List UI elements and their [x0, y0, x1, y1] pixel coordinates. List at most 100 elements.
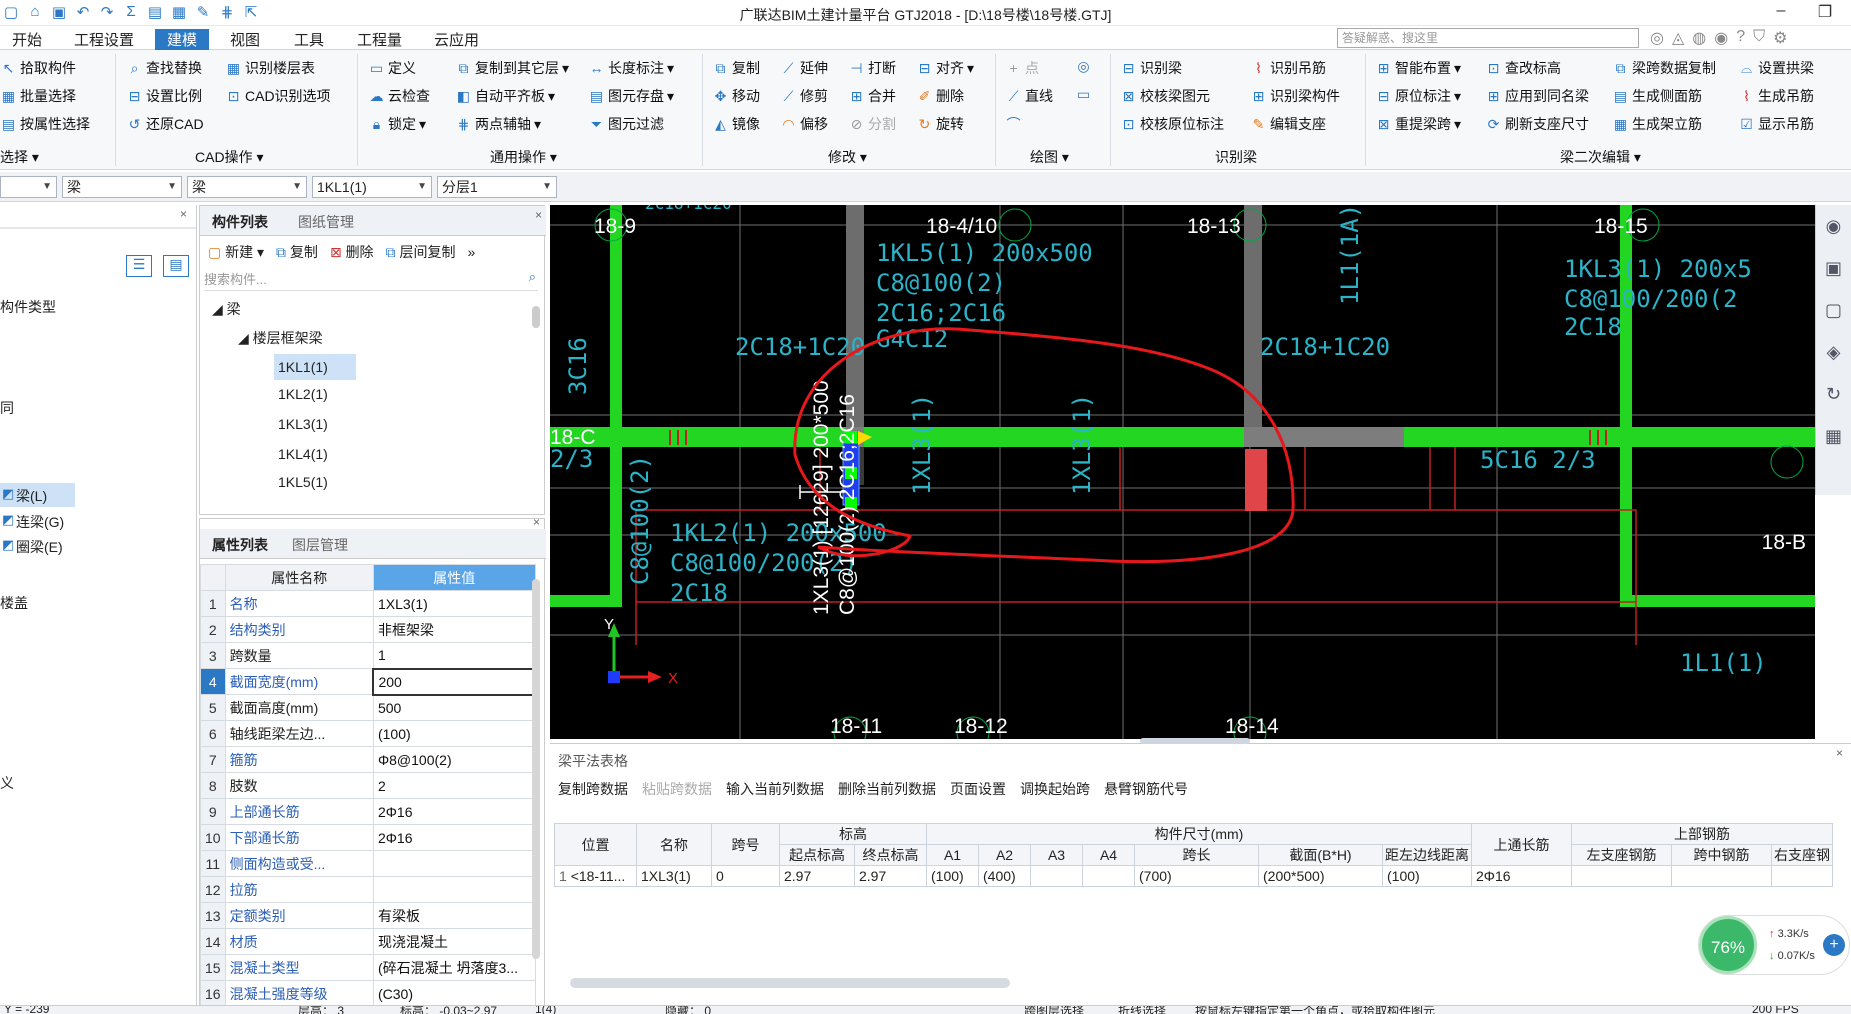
nav-item-fragment[interactable]: 同 [0, 398, 14, 418]
property-value[interactable]: 1 [372, 642, 536, 669]
shirt-icon[interactable]: ⛉ [1753, 28, 1765, 48]
cad-drawing[interactable]: 18-9 18-4/10 18-13 18-15 18-11 18-12 18-… [550, 205, 1815, 739]
nav-item-beam[interactable]: ◩ 梁(L) [0, 483, 75, 507]
property-row[interactable]: 10 下部通长筋 2Φ16 [200, 824, 536, 851]
tab-layer-manage[interactable]: 图层管理 [284, 535, 356, 555]
group-modify-label[interactable]: 修改 ▾ [828, 147, 867, 167]
pick-component-button[interactable]: ↖ 拾取构件 [0, 58, 76, 78]
3d-view-icon[interactable]: ▣ [1816, 247, 1851, 289]
recognize-beam-comp-button[interactable]: ⊞ 识别梁构件 [1250, 86, 1340, 106]
property-value[interactable]: (100) [372, 720, 536, 747]
new-component-button[interactable]: ▢ 新建 ▾ [208, 242, 264, 262]
mirror-button[interactable]: ◭ 镜像 [712, 114, 760, 134]
minimize-icon[interactable]: – [1761, 2, 1801, 22]
property-row[interactable]: 9 上部通长筋 2Φ16 [200, 798, 536, 825]
component-search-input[interactable]: 搜索构件... ⌕ [204, 269, 538, 291]
show-hanger-checkbox[interactable]: ☑ 显示吊筋 [1738, 114, 1814, 134]
property-row[interactable]: 4 截面宽度(mm) 200 [200, 667, 536, 696]
cross-layer-select-button[interactable]: 跨图层选择 [1024, 1006, 1084, 1014]
property-value[interactable]: 有梁板 [372, 902, 536, 929]
property-value[interactable]: 2Φ16 [372, 798, 536, 825]
property-row[interactable]: 3 跨数量 1 [200, 642, 536, 669]
property-value[interactable]: Φ8@100(2) [372, 746, 536, 773]
tab-modeling[interactable]: 建模 [155, 29, 210, 50]
tree-item[interactable]: 1KL3(1) [278, 416, 328, 432]
input-column-button[interactable]: 输入当前列数据 [726, 779, 824, 799]
two-point-axis-button[interactable]: ⋕ 两点辅轴 ▾ [455, 114, 541, 134]
copy-span-button[interactable]: 复制跨数据 [558, 779, 628, 799]
avatar-icon[interactable]: ◉ [1714, 28, 1728, 48]
auto-level-slab-button[interactable]: ◧ 自动平齐板 ▾ [455, 86, 555, 106]
rotate-button[interactable]: ↻ 旋转 [916, 114, 964, 134]
cell-mid-rebar[interactable] [1671, 865, 1772, 887]
set-arch-beam-button[interactable]: ⌓ 设置拱梁 [1738, 58, 1814, 78]
detail-view-icon[interactable]: ▤ [163, 255, 189, 277]
property-value[interactable]: (碎石混凝土 坍落度3... [372, 954, 536, 981]
point-button[interactable]: + 点 [1005, 58, 1039, 78]
tree-item[interactable]: 1KL5(1) [278, 474, 328, 512]
refresh-support-button[interactable]: ⟳ 刷新支座尺寸 [1485, 114, 1589, 134]
group-select-label[interactable]: 选择 ▾ [0, 147, 39, 167]
zoom-fit-icon[interactable]: ▦ [1816, 415, 1851, 457]
property-value[interactable]: 2Φ16 [372, 824, 536, 851]
tab-component-list[interactable]: 构件列表 [204, 212, 276, 232]
property-row[interactable]: 8 肢数 2 [200, 772, 536, 799]
top-view-icon[interactable]: ▢ [1816, 289, 1851, 331]
merge-button[interactable]: ⊞ 合并 [848, 86, 896, 106]
tree-item-selected[interactable]: 1KL1(1) [274, 354, 356, 380]
re-span-button[interactable]: ⊠ 重提梁跨 ▾ [1375, 114, 1461, 134]
check-beam-button[interactable]: ⊠ 校核梁图元 [1120, 86, 1210, 106]
copy-span-data-button[interactable]: ⧉ 梁跨数据复制 [1612, 58, 1717, 78]
property-row[interactable]: 2 结构类别 非框架梁 [200, 616, 536, 643]
check-orig-label-button[interactable]: ⊡ 校核原位标注 [1120, 114, 1224, 134]
restore-cad-button[interactable]: ↺ 还原CAD [126, 114, 204, 134]
group-secondary-label[interactable]: 梁二次编辑 ▾ [1560, 147, 1641, 167]
tab-project-settings[interactable]: 工程设置 [62, 29, 146, 50]
tab-tools[interactable]: 工具 [282, 29, 336, 50]
tree-group[interactable]: ◢ 楼层框架梁 [238, 328, 323, 348]
close-icon[interactable]: × [1836, 746, 1843, 760]
cell-length[interactable]: (700) [1134, 865, 1259, 887]
more-icon[interactable]: » [467, 244, 475, 260]
property-value[interactable]: 200 [372, 667, 536, 696]
property-value[interactable] [372, 876, 536, 903]
cell-section[interactable]: (200*500) [1258, 865, 1383, 887]
help-search-input[interactable]: 答疑解惑、搜这里 [1337, 28, 1639, 48]
group-draw-label[interactable]: 绘图 ▾ [1030, 147, 1069, 167]
move-button[interactable]: ✥ 移动 [712, 86, 760, 106]
apply-same-beam-button[interactable]: ⊞ 应用到同名梁 [1485, 86, 1589, 106]
help-icon[interactable]: ? [1736, 28, 1745, 48]
check-elev-button[interactable]: ⊡ 查改标高 [1485, 58, 1561, 78]
rotate-view-icon[interactable]: ↻ [1816, 373, 1851, 415]
cad-options-button[interactable]: ⊡ CAD识别选项 [225, 86, 331, 106]
recognize-floor-table-button[interactable]: ▦ 识别楼层表 [225, 58, 315, 78]
tree-root[interactable]: ◢ 梁 [212, 299, 241, 319]
find-replace-button[interactable]: ⌕ 查找替换 [126, 58, 202, 78]
tree-item[interactable]: 1KL4(1) [278, 446, 328, 462]
cell-name[interactable]: 1XL3(1) [636, 865, 712, 887]
save-element-button[interactable]: ▤ 图元存盘 ▾ [588, 86, 674, 106]
break-button[interactable]: ⊣ 打断 [848, 58, 896, 78]
user-icon[interactable]: ◎ [1650, 28, 1664, 48]
property-row[interactable]: 11 侧面构造或受... [200, 850, 536, 877]
property-row[interactable]: 7 箍筋 Φ8@100(2) [200, 746, 536, 773]
property-value[interactable]: 500 [372, 694, 536, 721]
cell-right-support[interactable] [1771, 865, 1833, 887]
floor-select[interactable]: ▼ [0, 176, 57, 198]
copy-component-button[interactable]: ⧉ 复制 [276, 242, 318, 262]
property-value[interactable]: (C30) [372, 980, 536, 1007]
splitter-handle[interactable] [1140, 738, 1250, 744]
paste-span-button[interactable]: 粘贴跨数据 [642, 779, 712, 799]
cloud-check-button[interactable]: ☁ 云检查 [368, 86, 431, 106]
property-value[interactable] [372, 850, 536, 877]
smart-layout-button[interactable]: ⊞ 智能布置 ▾ [1375, 58, 1461, 78]
tab-drawing-manage[interactable]: 图纸管理 [290, 212, 362, 232]
length-dim-button[interactable]: ↔ 长度标注 ▾ [588, 58, 675, 78]
category-select[interactable]: 梁 ▼ [62, 176, 182, 198]
cell-top-rebar[interactable]: 2Φ16 [1471, 865, 1572, 887]
layer-select[interactable]: 分层1 ▼ [437, 176, 557, 198]
group-general-label[interactable]: 通用操作 ▾ [490, 147, 557, 167]
network-speed-widget[interactable]: 76% ↑ 3.3K/s ↓ 0.07K/s + [1698, 915, 1850, 975]
bell-icon[interactable]: ◬ [1672, 28, 1684, 48]
cell-position[interactable]: 1 <18-11... [554, 865, 637, 887]
